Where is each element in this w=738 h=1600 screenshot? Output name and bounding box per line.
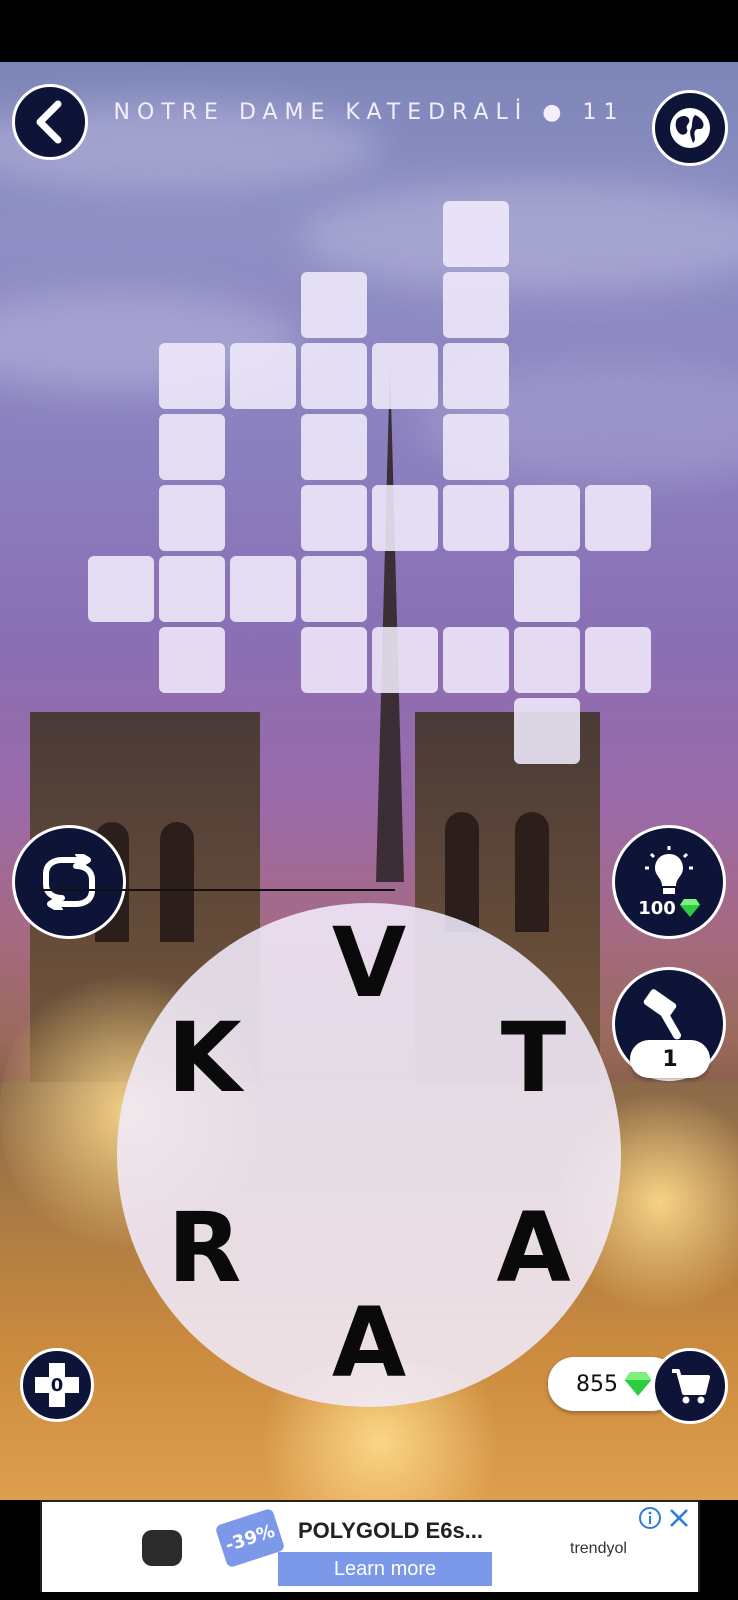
grid-cell <box>372 627 438 693</box>
grid-cell <box>230 343 296 409</box>
grid-cell <box>443 485 509 551</box>
chevron-left-icon <box>36 100 62 144</box>
grid-cell <box>514 627 580 693</box>
level-title: NOTRE DAME KATEDRALİ ● 11 <box>113 100 625 125</box>
grid-cell <box>301 343 367 409</box>
bonus-count: 0 <box>50 1374 64 1396</box>
grid-cell <box>443 201 509 267</box>
wheel-letter[interactable]: R <box>149 1200 259 1296</box>
ad-cta-label: Learn more <box>333 1557 437 1580</box>
grid-cell <box>88 556 154 622</box>
shop-button[interactable] <box>652 1348 728 1424</box>
discount-tag: -39% <box>214 1507 286 1569</box>
shuffle-icon <box>43 854 95 910</box>
wheel-letter[interactable]: V <box>314 915 424 1011</box>
grid-cell <box>159 627 225 693</box>
grid-cell <box>301 627 367 693</box>
shuffle-button[interactable] <box>12 825 126 939</box>
ad-banner[interactable]: -39% POLYGOLD E6s... Learn more trendyol <box>40 1500 700 1592</box>
wheel-letter[interactable]: K <box>149 1010 259 1106</box>
discount-text: -39% <box>222 1520 278 1556</box>
gem-icon <box>624 1372 652 1396</box>
gem-icon <box>679 899 700 917</box>
grid-cell <box>301 485 367 551</box>
grid-cell <box>514 556 580 622</box>
selection-line <box>38 889 395 891</box>
grid-cell <box>301 414 367 480</box>
hint-bulb-button[interactable]: 100 <box>612 825 726 939</box>
grid-cell <box>443 627 509 693</box>
ad-cta-button[interactable]: Learn more <box>278 1552 492 1586</box>
grid-cell <box>514 698 580 764</box>
grid-cell <box>443 272 509 338</box>
grid-cell <box>443 343 509 409</box>
cart-icon <box>672 1369 710 1404</box>
grid-cell <box>443 414 509 480</box>
ad-title: POLYGOLD E6s... <box>298 1518 484 1543</box>
back-button[interactable] <box>12 84 88 160</box>
status-bar <box>0 0 738 62</box>
grid-cell <box>230 556 296 622</box>
gem-balance: 855 <box>576 1371 618 1397</box>
grid-cell <box>585 627 651 693</box>
globe-icon <box>670 108 710 148</box>
wheel-letter[interactable]: A <box>314 1295 424 1391</box>
ad-product-image <box>142 1530 182 1566</box>
grid-cell <box>159 485 225 551</box>
hammer-icon <box>643 989 681 1040</box>
ad-close-icon[interactable] <box>668 1507 690 1529</box>
ad-brand: trendyol <box>570 1540 627 1557</box>
bonus-words-button[interactable]: 0 <box>20 1348 94 1422</box>
hammer-count-pill: 1 <box>630 1040 710 1078</box>
grid-cell <box>301 556 367 622</box>
grid-cell <box>585 485 651 551</box>
wheel-letter[interactable]: A <box>479 1200 589 1296</box>
wheel-letter[interactable]: T <box>479 1010 589 1106</box>
grid-cell <box>301 272 367 338</box>
globe-button[interactable] <box>652 90 728 166</box>
grid-cell <box>159 414 225 480</box>
hint-cost: 100 <box>638 897 676 919</box>
lightbulb-icon <box>645 845 693 894</box>
grid-cell <box>159 556 225 622</box>
grid-cell <box>372 485 438 551</box>
grid-cell <box>372 343 438 409</box>
ad-info-icon[interactable] <box>638 1506 662 1530</box>
grid-cell <box>159 343 225 409</box>
grid-cell <box>514 485 580 551</box>
hammer-count: 1 <box>662 1046 678 1072</box>
